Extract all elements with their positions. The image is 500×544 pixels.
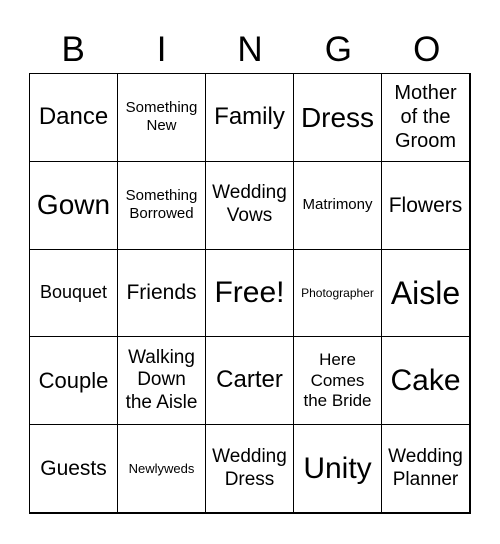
bingo-cell[interactable]: Wedding Dress (205, 424, 294, 513)
bingo-cell-label: Mother of the Groom (394, 82, 457, 153)
bingo-cell[interactable]: Something Borrowed (117, 160, 206, 250)
bingo-cell-label: Dress (300, 101, 375, 133)
bingo-cell-label: Something Borrowed (125, 187, 198, 223)
header-letter-b: B (61, 30, 85, 69)
header-letter-g: G (324, 30, 352, 69)
bingo-cell-label: Guests (40, 457, 107, 480)
bingo-cell-label: Flowers (388, 193, 463, 217)
bingo-header: B I N G O (29, 28, 471, 72)
bingo-cell-label: Unity (303, 451, 372, 485)
bingo-cell[interactable]: Carter (205, 336, 294, 426)
bingo-cell[interactable]: Walking Down the Aisle (117, 336, 206, 426)
bingo-cell-label: Aisle (390, 274, 461, 311)
header-letter-n: N (237, 30, 263, 69)
bingo-cell[interactable]: Flowers (381, 160, 470, 250)
bingo-cell-label: Bouquet (39, 282, 108, 303)
bingo-cell-label: Wedding Planner (388, 445, 463, 490)
bingo-cell[interactable]: Cake (381, 336, 470, 426)
bingo-cell-label: Couple (38, 367, 109, 393)
bingo-cell-label: Photographer (301, 285, 374, 300)
bingo-cell[interactable]: Photographer (293, 248, 382, 338)
bingo-cell[interactable]: Wedding Vows (205, 160, 294, 250)
bingo-cell[interactable]: Couple (29, 336, 118, 426)
bingo-cell[interactable]: Wedding Planner (381, 424, 470, 513)
bingo-cell[interactable]: Matrimony (293, 160, 382, 250)
bingo-cell[interactable]: Family (205, 73, 294, 162)
bingo-cell[interactable]: Aisle (381, 248, 470, 338)
bingo-cell[interactable]: Something New (117, 73, 206, 162)
header-letter-i: I (156, 30, 167, 69)
bingo-cell[interactable]: Here Comes the Bride (293, 336, 382, 426)
bingo-cell[interactable]: Dance (29, 73, 118, 162)
bingo-cell-label: Newlyweds (128, 460, 195, 476)
bingo-cell-label: Wedding Dress (212, 445, 287, 490)
bingo-cell-label: Friends (126, 281, 197, 305)
bingo-cell[interactable]: Unity (293, 424, 382, 513)
bingo-cell[interactable]: Free! (205, 248, 294, 338)
bingo-cell-label: Gown (36, 189, 111, 221)
bingo-cell-label: Matrimony (302, 196, 373, 214)
bingo-cell-label: Here Comes the Bride (303, 350, 372, 410)
bingo-cell-label: Dance (38, 103, 109, 130)
bingo-cell-label: Free! (214, 275, 285, 309)
header-letter-o: O (413, 30, 441, 69)
bingo-cell-label: Carter (216, 366, 283, 394)
bingo-cell-label: Family (214, 103, 285, 130)
bingo-cell-label: Wedding Vows (212, 182, 287, 227)
bingo-grid: Dance Something New Family Dress Mother of t… (29, 73, 471, 514)
bingo-cell[interactable]: Mother of the Groom (381, 73, 470, 162)
bingo-cell[interactable]: Bouquet (29, 248, 118, 338)
bingo-cell[interactable]: Friends (117, 248, 206, 338)
bingo-cell[interactable]: Gown (29, 160, 118, 250)
bingo-cell-label: Something New (125, 99, 198, 135)
bingo-cell-label: Walking Down the Aisle (125, 346, 198, 414)
bingo-cell[interactable]: Newlyweds (117, 424, 206, 513)
bingo-cell[interactable]: Guests (29, 424, 118, 513)
bingo-cell-label: Cake (390, 363, 461, 397)
bingo-cell[interactable]: Dress (293, 73, 382, 162)
